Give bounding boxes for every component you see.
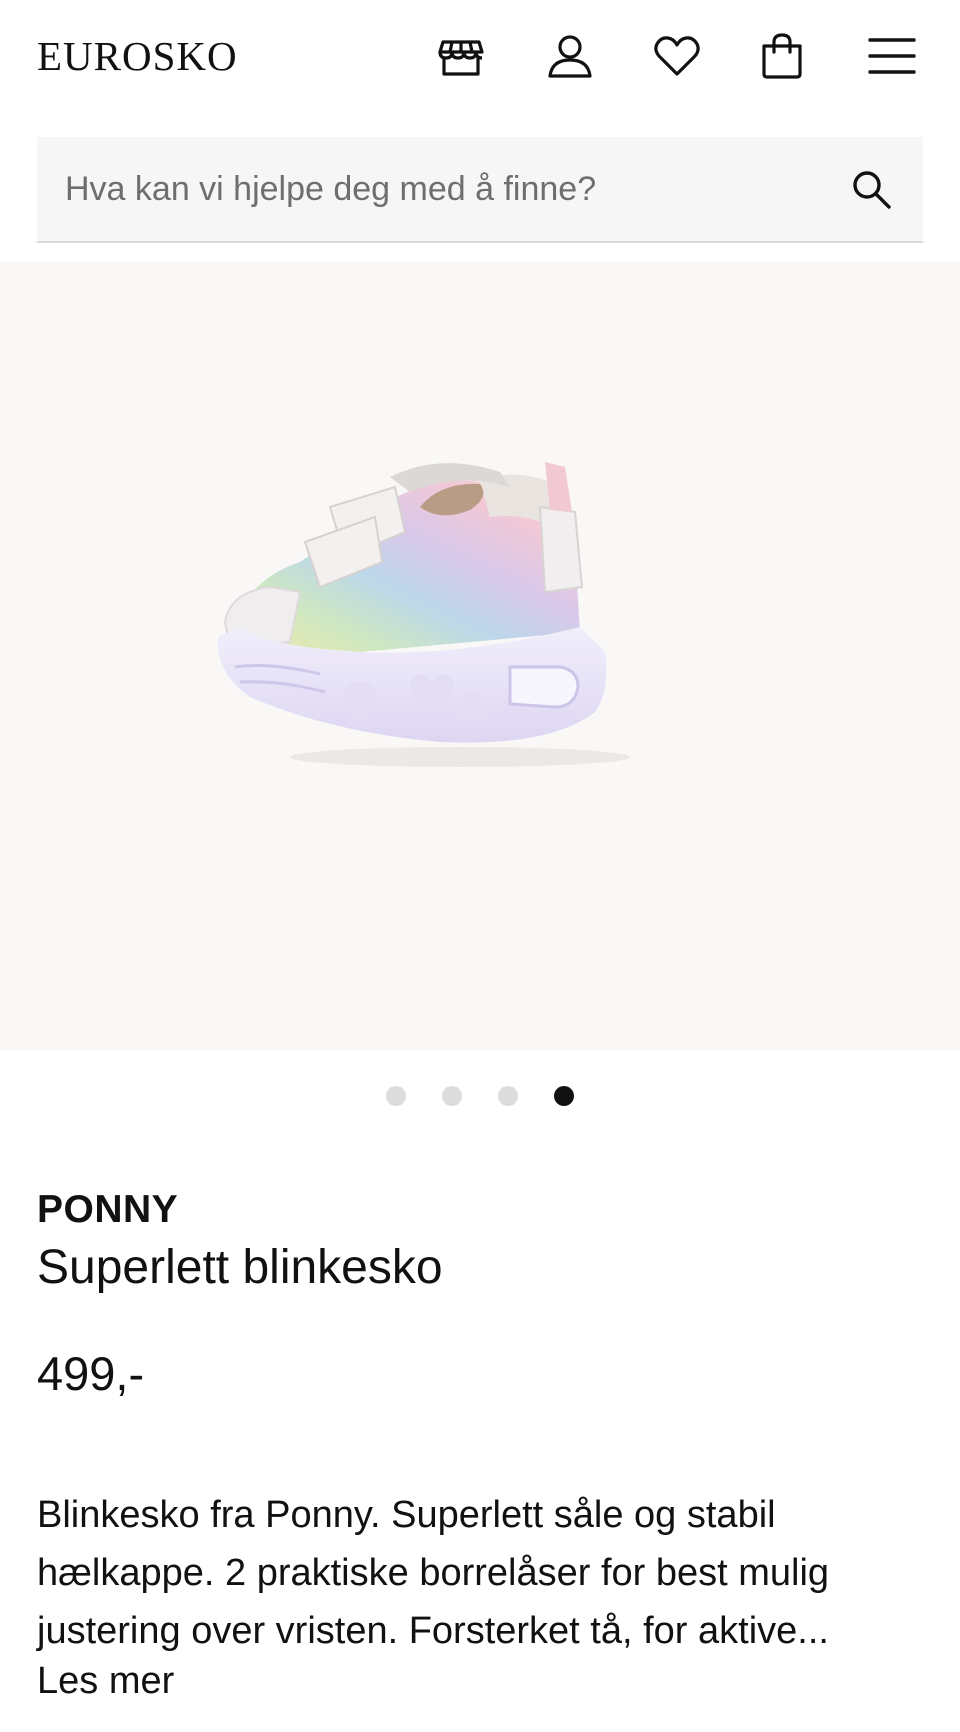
eurosko-logo[interactable]: EUROSKO [37,34,238,78]
product-image [217,462,630,767]
product-title: Superlett blinkesko [37,1241,443,1294]
pagination-dot[interactable] [442,1086,462,1106]
pagination-dot[interactable] [498,1086,518,1106]
search-icon[interactable] [849,167,895,213]
store-icon[interactable] [433,28,489,84]
user-icon[interactable] [542,28,598,84]
search-input[interactable] [65,137,825,241]
product-brand[interactable]: PONNY [37,1188,178,1232]
heart-icon[interactable] [649,28,705,84]
read-more-link[interactable]: Les mer [37,1660,174,1703]
search-bar [37,137,923,243]
gallery-pagination [0,1086,960,1106]
product-price: 499,- [37,1347,145,1400]
site-header: EUROSKO [0,0,960,115]
pagination-dot[interactable] [386,1086,406,1106]
shopping-bag-icon[interactable] [754,28,810,84]
menu-icon[interactable] [864,28,920,84]
product-description: Blinkesko fra Ponny. Superlett såle og s… [37,1494,830,1652]
product-image-gallery[interactable] [0,262,960,1050]
pagination-dot-active[interactable] [554,1086,574,1106]
